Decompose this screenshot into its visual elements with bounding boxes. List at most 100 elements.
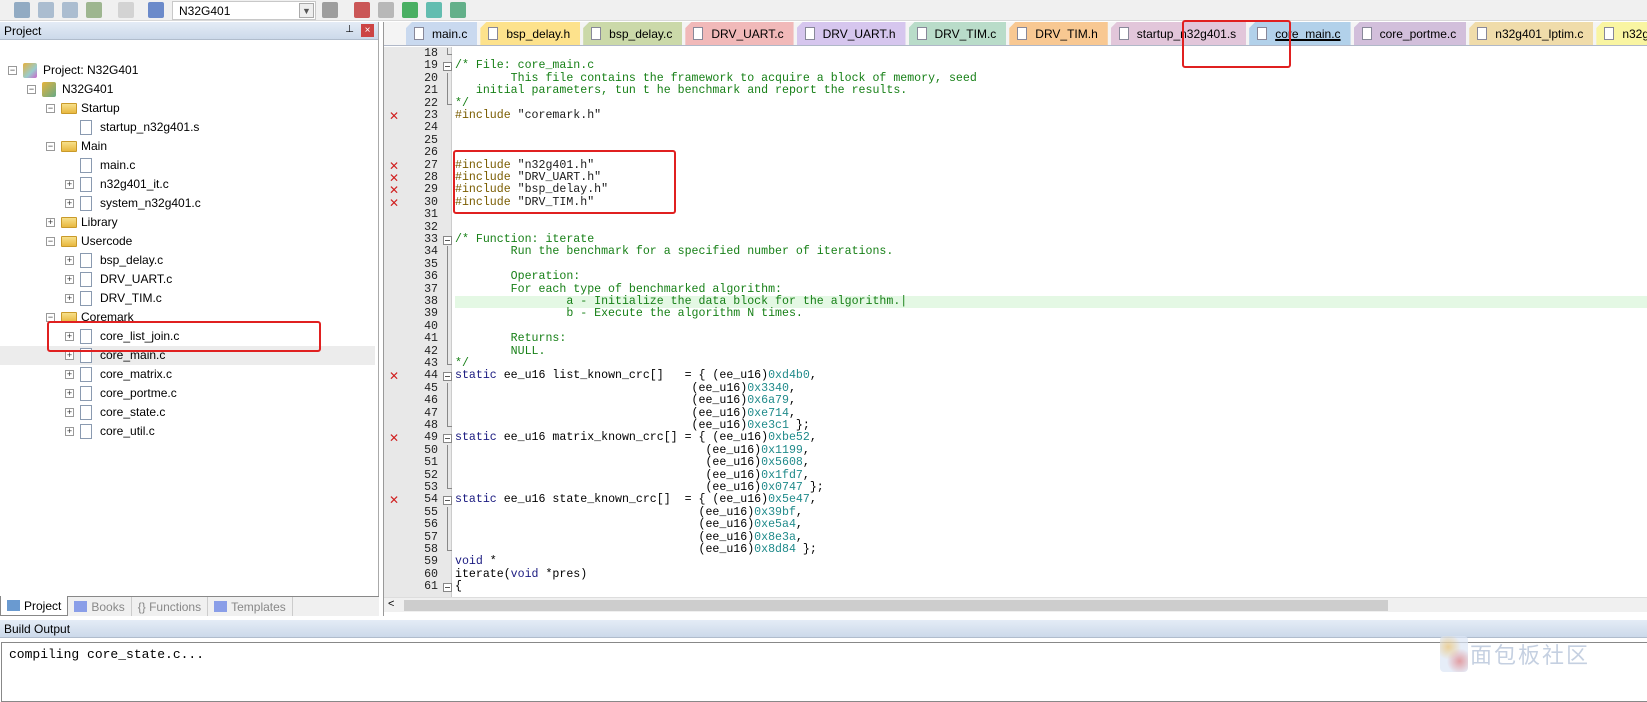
- tree-item[interactable]: − Main: [0, 137, 375, 156]
- code-line[interactable]: 40: [384, 320, 1647, 334]
- pin-icon[interactable]: ⊥: [345, 24, 354, 35]
- expand-icon[interactable]: +: [65, 256, 74, 265]
- tree-item[interactable]: − Startup: [0, 99, 375, 118]
- collapse-icon[interactable]: −: [8, 66, 17, 75]
- collapse-icon[interactable]: −: [46, 142, 55, 151]
- panel-tab[interactable]: Templates: [208, 597, 293, 616]
- manage-components-icon[interactable]: [354, 2, 370, 18]
- tree-item[interactable]: + bsp_delay.c: [0, 251, 375, 270]
- editor-tab[interactable]: n32g: [1596, 22, 1647, 45]
- panel-tab[interactable]: Books: [68, 597, 132, 616]
- code-area[interactable]: 18 19/* File: core_main.c 20 This file con…: [384, 48, 1647, 596]
- code-line[interactable]: 34 Run the benchmark for a specified num…: [384, 245, 1647, 260]
- books-stack-icon[interactable]: [450, 2, 466, 18]
- expand-icon[interactable]: +: [46, 218, 55, 227]
- code-line[interactable]: 42 NULL.: [384, 345, 1647, 359]
- tree-item[interactable]: + core_util.c: [0, 422, 375, 441]
- editor-tab[interactable]: startup_n32g401.s: [1110, 22, 1247, 45]
- tree-item[interactable]: + Library: [0, 213, 375, 232]
- expand-icon[interactable]: +: [65, 351, 74, 360]
- horizontal-scrollbar[interactable]: <: [384, 597, 1647, 612]
- tree-item[interactable]: − Coremark: [0, 308, 375, 327]
- expand-icon[interactable]: +: [65, 370, 74, 379]
- editor-tab[interactable]: bsp_delay.h: [480, 22, 581, 45]
- tree-item[interactable]: startup_n32g401.s: [0, 118, 375, 137]
- collapse-icon[interactable]: −: [27, 85, 36, 94]
- code-line[interactable]: 31: [384, 208, 1647, 221]
- tree-item-label: core_state.c: [100, 405, 166, 419]
- code-line[interactable]: 24: [384, 121, 1647, 134]
- fold-toggle-icon[interactable]: [443, 60, 452, 72]
- editor-tab[interactable]: DRV_TIM.c: [908, 22, 1007, 45]
- expand-icon[interactable]: +: [65, 199, 74, 208]
- expand-icon[interactable]: +: [65, 332, 74, 341]
- translate-icon[interactable]: [118, 2, 134, 18]
- chevron-down-icon[interactable]: ▼: [299, 3, 314, 18]
- tree-item[interactable]: + DRV_TIM.c: [0, 289, 375, 308]
- editor-tab[interactable]: DRV_TIM.h: [1009, 22, 1108, 45]
- scrollbar-thumb[interactable]: [404, 600, 1388, 611]
- code-line[interactable]: 58 (ee_u16)0x8d84 };: [384, 543, 1647, 556]
- collapse-icon[interactable]: −: [46, 104, 55, 113]
- tree-item[interactable]: + system_n32g401.c: [0, 194, 375, 213]
- expand-icon[interactable]: +: [65, 294, 74, 303]
- tree-item[interactable]: + DRV_UART.c: [0, 270, 375, 289]
- tree-item[interactable]: main.c: [0, 156, 375, 175]
- collapse-icon[interactable]: −: [46, 313, 55, 322]
- editor-tab[interactable]: DRV_UART.c: [685, 22, 794, 45]
- editor-tab[interactable]: core_portme.c: [1353, 22, 1467, 45]
- code-line[interactable]: ✕ 23 #include "coremark.h": [384, 109, 1647, 122]
- fold-toggle-icon[interactable]: [443, 432, 452, 444]
- batch-build-icon[interactable]: [14, 2, 30, 18]
- fold-toggle-icon[interactable]: [443, 494, 452, 506]
- tree-item[interactable]: + core_state.c: [0, 403, 375, 422]
- code-token: (ee_u16): [455, 456, 762, 470]
- target-select[interactable]: N32G401 ▼: [172, 1, 316, 20]
- editor-tab[interactable]: DRV_UART.h: [796, 22, 906, 45]
- scroll-left-icon[interactable]: <: [388, 598, 394, 610]
- code-token: };: [802, 481, 824, 494]
- tree-item[interactable]: + n32g401_it.c: [0, 175, 375, 194]
- tree-item[interactable]: + core_main.c: [0, 346, 375, 365]
- build-output-text[interactable]: compiling core_state.c...: [1, 642, 1647, 702]
- code-line[interactable]: 39 b - Execute the algorithm N times.: [384, 307, 1647, 322]
- build-icon[interactable]: [38, 2, 54, 18]
- tree-item[interactable]: − Usercode: [0, 232, 375, 251]
- code-line[interactable]: 41 Returns:: [384, 332, 1647, 346]
- copy-icon[interactable]: [378, 2, 394, 18]
- fold-toggle-icon[interactable]: [443, 370, 452, 382]
- expand-icon[interactable]: +: [65, 275, 74, 284]
- tree-item[interactable]: + core_list_join.c: [0, 327, 375, 346]
- expand-icon[interactable]: +: [65, 408, 74, 417]
- expand-icon[interactable]: +: [65, 427, 74, 436]
- code-line[interactable]: 60 iterate(void *pres): [384, 568, 1647, 581]
- tree-item[interactable]: − N32G401: [0, 80, 375, 99]
- expand-icon[interactable]: +: [65, 389, 74, 398]
- close-icon[interactable]: ×: [361, 24, 374, 37]
- tree-item[interactable]: − Project: N32G401: [0, 61, 375, 80]
- load-icon[interactable]: [148, 2, 164, 18]
- panel-tab[interactable]: {} Functions: [132, 597, 209, 616]
- diamond-icon[interactable]: [426, 2, 442, 18]
- fold-line: [443, 320, 452, 334]
- tree-item[interactable]: + core_matrix.c: [0, 365, 375, 384]
- editor-tab[interactable]: n32g401_lptim.c: [1469, 22, 1594, 45]
- editor-tab[interactable]: core_main.c: [1249, 22, 1351, 45]
- code-line[interactable]: 21 initial parameters, tun t he benchmar…: [384, 84, 1647, 98]
- fold-toggle-icon[interactable]: [443, 581, 452, 593]
- stack-icon[interactable]: [86, 2, 102, 18]
- code-line[interactable]: ✕ 30 #include "DRV_TIM.h": [384, 196, 1647, 209]
- fold-toggle-icon[interactable]: [443, 234, 452, 246]
- code-line[interactable]: 25: [384, 134, 1647, 147]
- expand-icon[interactable]: +: [65, 180, 74, 189]
- tree-item[interactable]: + core_portme.c: [0, 384, 375, 403]
- editor-tab[interactable]: main.c: [406, 22, 478, 45]
- code-line[interactable]: 61 {: [384, 580, 1647, 593]
- editor-tab[interactable]: bsp_delay.c: [583, 22, 683, 45]
- options-icon[interactable]: [322, 2, 338, 18]
- rebuild-icon[interactable]: [62, 2, 78, 18]
- collapse-icon[interactable]: −: [46, 237, 55, 246]
- pack-icon[interactable]: [402, 2, 418, 18]
- tree-item-label: Main: [81, 139, 108, 153]
- panel-tab[interactable]: Project: [0, 596, 69, 616]
